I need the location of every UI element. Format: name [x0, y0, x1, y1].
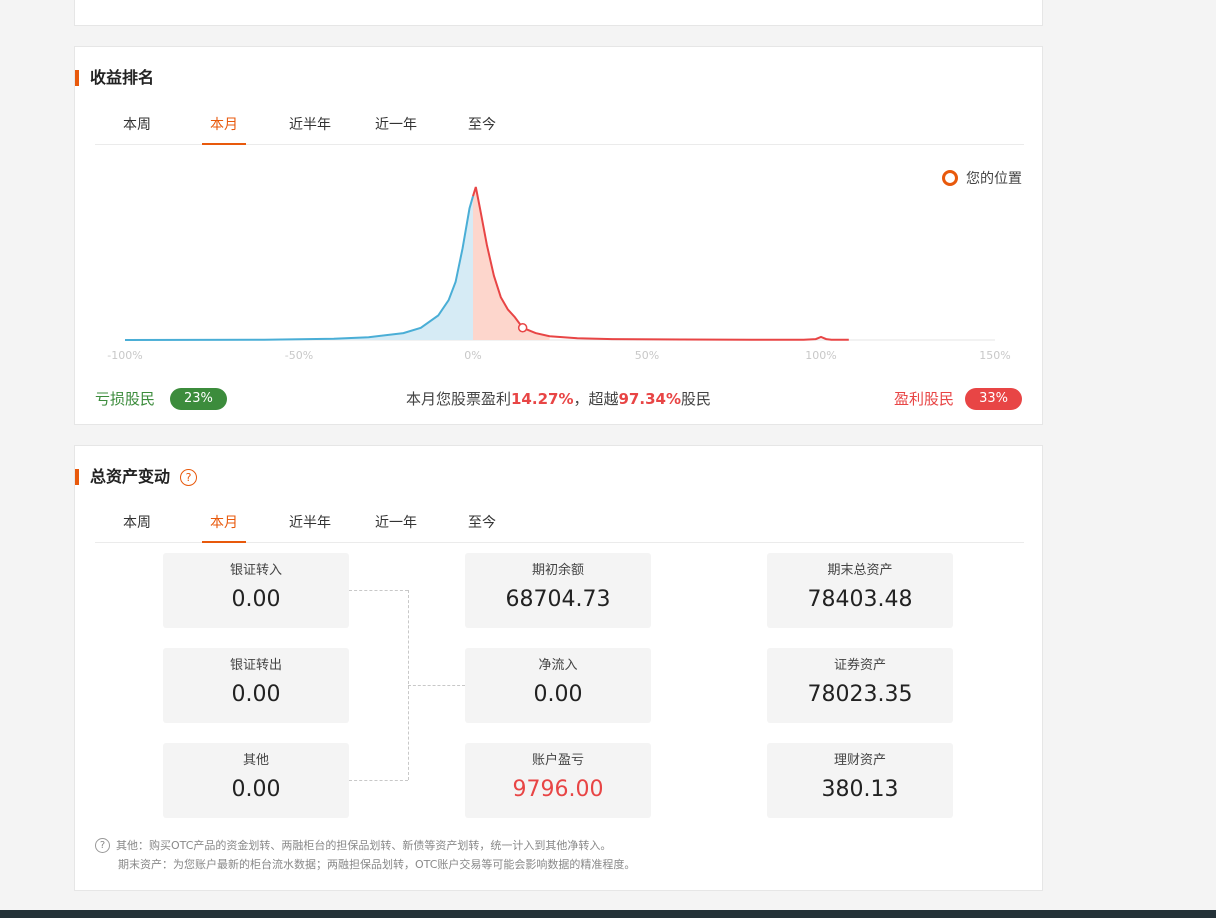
tab-week[interactable]: 本周: [115, 100, 159, 144]
gain-area: [473, 187, 550, 340]
box-value: 78023.35: [807, 682, 913, 707]
bank-transfer-in-box: 银证转入 0.00: [163, 553, 349, 628]
gain-series-line: [472, 186, 849, 341]
box-label: 账户盈亏: [531, 753, 584, 768]
ranking-summary-row: 本月您股票盈利14.27%，超越97.34%股民 亏损股民 23% 盈利股民 3…: [95, 388, 1022, 410]
tab-one-year[interactable]: 近一年: [369, 100, 423, 144]
box-value: 380.13: [821, 777, 899, 802]
tab-week[interactable]: 本周: [115, 498, 159, 542]
section-title: 收益排名: [75, 69, 154, 87]
x-tick-label: 100%: [805, 349, 836, 362]
tab-half-year[interactable]: 近半年: [283, 100, 337, 144]
previous-section-card: [74, 0, 1043, 26]
loss-area: [125, 196, 473, 340]
box-label: 证券资产: [833, 658, 886, 673]
box-label: 其他: [242, 753, 269, 768]
help-icon[interactable]: ?: [95, 837, 110, 853]
box-label: 银证转出: [229, 658, 282, 673]
title-accent-bar: [75, 469, 79, 485]
wealth-assets-box: 理财资产 380.13: [767, 743, 953, 818]
box-label: 银证转入: [229, 563, 282, 578]
closing-total-assets-box: 期末总资产 78403.48: [767, 553, 953, 628]
ranking-title-text: 收益排名: [90, 68, 155, 87]
connector-line: [349, 590, 408, 591]
box-label: 期初余额: [531, 563, 584, 578]
title-accent-bar: [75, 70, 79, 86]
footer-bar: [0, 910, 1216, 918]
tab-half-year[interactable]: 近半年: [283, 498, 337, 542]
footnote-other: ? 其他：购买OTC产品的资金划转、两融柜台的担保品划转、新债等资产划转，统一计入…: [95, 836, 635, 855]
assets-period-tabs: 本周 本月 近半年 近一年 至今: [95, 498, 1024, 543]
box-value: 9796.00: [512, 777, 604, 802]
footnote-closing: 期末资产：为您账户最新的柜台流水数据；两融担保品划转，OTC账户交易等可能会影响…: [118, 858, 636, 871]
opening-balance-box: 期初余额 68704.73: [465, 553, 651, 628]
box-value: 0.00: [231, 587, 281, 612]
account-pnl-box: 账户盈亏 9796.00: [465, 743, 651, 818]
securities-assets-box: 证券资产 78023.35: [767, 648, 953, 723]
tab-to-date[interactable]: 至今: [462, 498, 502, 542]
box-value: 0.00: [231, 777, 281, 802]
summary-beat-value: 97.34%: [618, 390, 681, 408]
x-tick-label: 150%: [979, 349, 1010, 362]
connector-line: [349, 780, 408, 781]
box-value: 0.00: [533, 682, 583, 707]
box-value: 78403.48: [807, 587, 913, 612]
gain-investors-label: 盈利股民: [893, 390, 954, 408]
loss-investors-badge: 23%: [170, 388, 227, 410]
summary-profit-value: 14.27%: [511, 390, 574, 408]
x-tick-label: -50%: [285, 349, 313, 362]
loss-series-line: [124, 195, 474, 341]
summary-prefix: 本月您股票盈利: [405, 390, 511, 408]
profit-distribution-chart: -100% -50% 0% 50% 100% 150%: [107, 186, 1011, 362]
footnotes: ? 其他：购买OTC产品的资金划转、两融柜台的担保品划转、新债等资产划转，统一计入…: [95, 836, 635, 874]
ranking-period-tabs: 本周 本月 近半年 近一年 至今: [95, 100, 1024, 145]
help-icon[interactable]: ?: [180, 469, 198, 486]
tab-month[interactable]: 本月: [202, 100, 246, 145]
box-value: 0.00: [231, 682, 281, 707]
tab-to-date[interactable]: 至今: [462, 100, 502, 144]
summary-mid: ，超越: [573, 390, 619, 408]
box-label: 净流入: [538, 658, 578, 673]
x-tick-label: -100%: [107, 349, 142, 362]
ranking-summary: 本月您股票盈利14.27%，超越97.34%股民: [95, 388, 1022, 410]
box-value: 68704.73: [505, 587, 611, 612]
section-title: 总资产变动?: [75, 467, 198, 486]
your-position-marker: [517, 323, 528, 333]
footnote-other-text: 其他：购买OTC产品的资金划转、两融柜台的担保品划转、新债等资产划转，统一计入到…: [116, 839, 612, 852]
box-label: 理财资产: [833, 753, 886, 768]
assets-title-text: 总资产变动: [90, 467, 171, 486]
total-assets-change-card: 总资产变动? 本周 本月 近半年 近一年 至今 银证转入 0.00 银证转出 0…: [74, 445, 1043, 891]
profit-ranking-card: 收益排名 本周 本月 近半年 近一年 至今 您的位置 -100% -50% 0% 50…: [74, 46, 1043, 425]
box-label: 期末总资产: [827, 563, 893, 578]
x-tick-label: 50%: [635, 349, 659, 362]
tab-one-year[interactable]: 近一年: [369, 498, 423, 542]
x-tick-label: 0%: [464, 349, 481, 362]
summary-suffix: 股民: [680, 390, 711, 408]
gain-investors-badge: 33%: [965, 388, 1022, 410]
other-transfer-box: 其他 0.00: [163, 743, 349, 818]
connector-line: [408, 685, 465, 686]
tab-month[interactable]: 本月: [202, 498, 246, 543]
loss-investors-label: 亏损股民: [95, 390, 156, 408]
bank-transfer-out-box: 银证转出 0.00: [163, 648, 349, 723]
net-inflow-box: 净流入 0.00: [465, 648, 651, 723]
